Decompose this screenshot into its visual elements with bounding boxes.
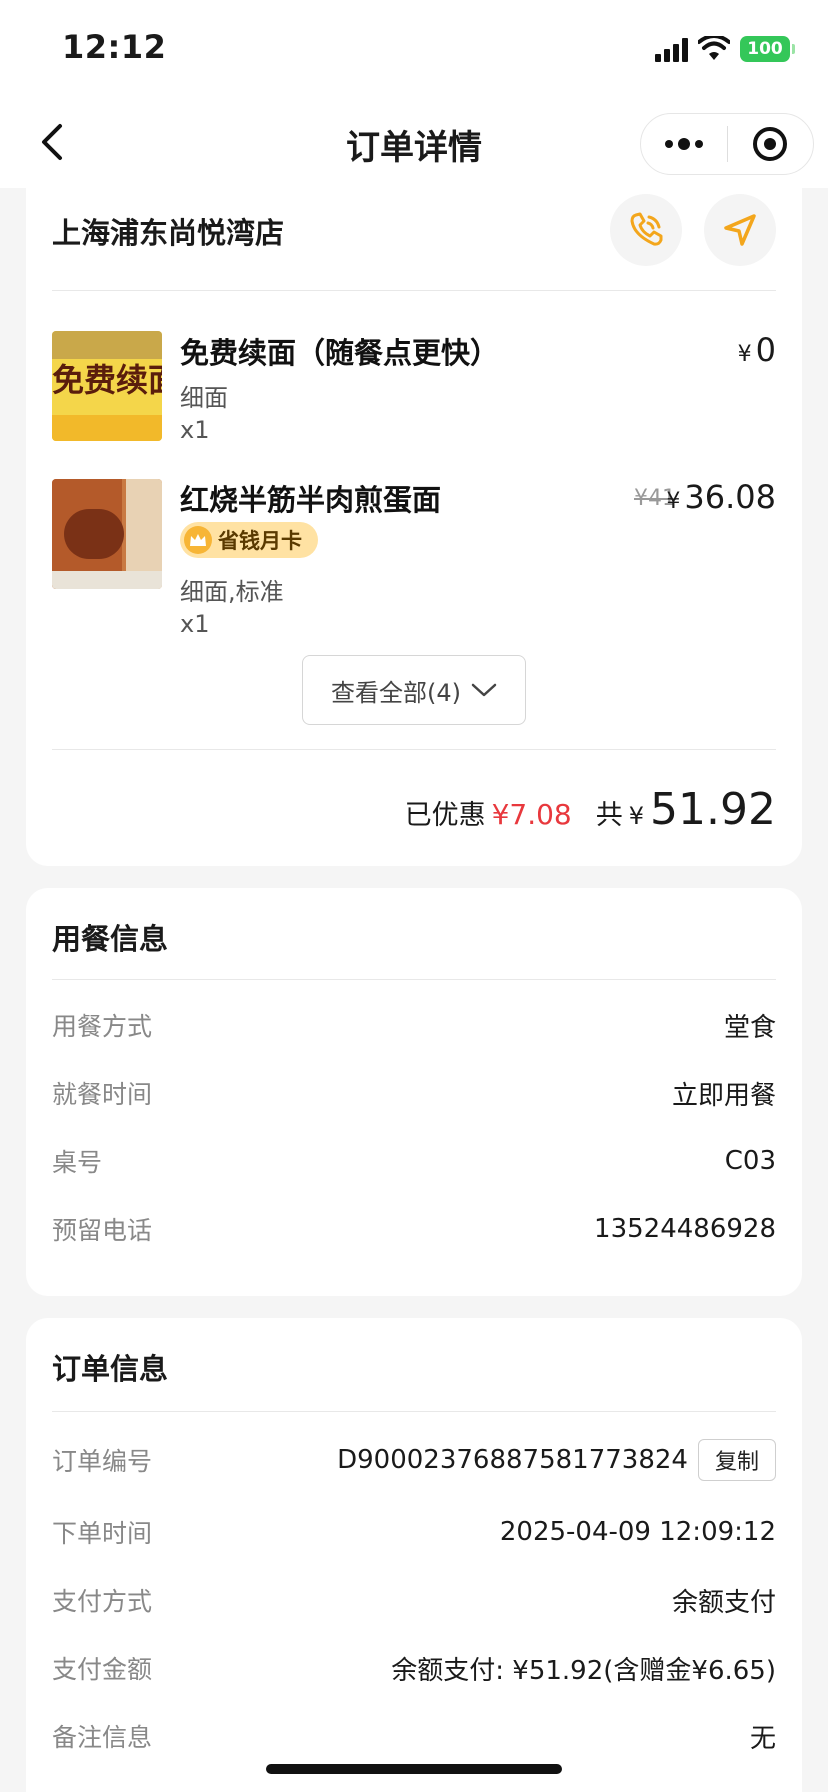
divider bbox=[52, 1411, 776, 1412]
wifi-icon bbox=[698, 36, 730, 60]
total-label: 共 bbox=[595, 800, 623, 831]
divider bbox=[52, 979, 776, 980]
info-key: 支付方式 bbox=[52, 1587, 153, 1616]
phone-icon bbox=[630, 212, 663, 246]
info-key: 就餐时间 bbox=[52, 1080, 153, 1109]
target-icon bbox=[753, 127, 788, 161]
currency-symbol: ¥ bbox=[666, 489, 681, 514]
info-row: 用餐方式 堂食 bbox=[52, 1005, 776, 1045]
mini-program-capsule bbox=[640, 113, 814, 175]
discount-value: ¥7.08 bbox=[491, 798, 572, 831]
info-value: 余额支付 bbox=[671, 1587, 776, 1618]
item-spec: 细面 bbox=[180, 384, 228, 412]
info-row: 预留电话 13524486928 bbox=[52, 1209, 776, 1249]
section-title: 订单信息 bbox=[52, 1352, 169, 1386]
info-value: 余额支付: ¥51.92(含赠金¥6.65) bbox=[391, 1655, 776, 1686]
info-value: C03 bbox=[724, 1146, 776, 1176]
home-indicator bbox=[266, 1764, 562, 1774]
discount-label: 已优惠 bbox=[404, 800, 486, 831]
info-key: 预留电话 bbox=[52, 1216, 153, 1245]
divider bbox=[52, 749, 776, 750]
item-qty: x1 bbox=[180, 416, 210, 444]
info-row: 下单时间 2025-04-09 12:09:12 bbox=[52, 1512, 776, 1552]
divider bbox=[52, 290, 776, 291]
item-spec: 细面,标准 bbox=[180, 578, 284, 606]
info-row: 支付方式 余额支付 bbox=[52, 1580, 776, 1620]
item-image bbox=[52, 479, 162, 589]
info-key: 备注信息 bbox=[52, 1723, 153, 1752]
info-row: 备注信息 无 bbox=[52, 1716, 776, 1756]
section-title: 用餐信息 bbox=[52, 922, 169, 956]
item-image-text: 免费续面 bbox=[52, 361, 162, 399]
item-name: 红烧半筋半肉煎蛋面 bbox=[180, 483, 442, 517]
close-program-button[interactable] bbox=[728, 114, 814, 174]
info-row: 桌号 C03 bbox=[52, 1141, 776, 1181]
item-price: ¥36.08 bbox=[666, 478, 776, 516]
navigation-arrow-icon bbox=[724, 214, 756, 246]
info-key: 支付金额 bbox=[52, 1655, 153, 1684]
item-image: 免费续面 bbox=[52, 331, 162, 441]
info-value: 堂食 bbox=[723, 1012, 776, 1043]
view-all-button[interactable]: 查看全部(4) bbox=[302, 655, 526, 725]
info-value: 立即用餐 bbox=[671, 1080, 776, 1111]
item-price: ¥0 bbox=[738, 331, 776, 369]
info-row: 就餐时间 立即用餐 bbox=[52, 1073, 776, 1113]
view-all-label: 查看全部(4) bbox=[331, 678, 461, 707]
member-card-badge: 省钱月卡 bbox=[180, 522, 318, 558]
currency-symbol: ¥ bbox=[628, 802, 645, 830]
store-name: 上海浦东尚悦湾店 bbox=[52, 216, 285, 250]
call-store-button[interactable] bbox=[610, 194, 682, 266]
more-icon bbox=[664, 138, 703, 150]
item-price-value: 36.08 bbox=[684, 478, 776, 516]
info-key: 桌号 bbox=[52, 1148, 103, 1177]
info-key: 订单编号 bbox=[52, 1447, 153, 1476]
chevron-down-icon bbox=[471, 683, 497, 697]
info-row: 支付金额 余额支付: ¥51.92(含赠金¥6.65) bbox=[52, 1648, 776, 1688]
info-row: 订单编号 D9000237688758177382​4 复制 bbox=[52, 1439, 776, 1481]
order-number-wrap: D9000237688758177382​4 复制 bbox=[337, 1439, 776, 1481]
item-qty: x1 bbox=[180, 610, 210, 638]
member-card-label: 省钱月卡 bbox=[218, 529, 302, 553]
currency-symbol: ¥ bbox=[737, 342, 752, 367]
status-time: 12:12 bbox=[62, 28, 167, 66]
nav-bar: 订单详情 bbox=[0, 98, 828, 188]
status-bar: 12:12 100 bbox=[0, 0, 828, 98]
order-summary: 已优惠 ¥7.08 共 ¥ 51.92 bbox=[405, 784, 776, 835]
dining-info-card: 用餐信息 用餐方式 堂食 就餐时间 立即用餐 桌号 C03 预留电话 13524… bbox=[26, 888, 802, 1296]
item-name: 免费续面（随餐点更快） bbox=[180, 336, 500, 370]
crown-icon bbox=[184, 526, 212, 554]
info-value: 2025-04-09 12:09:12 bbox=[499, 1517, 776, 1547]
order-items-card: 上海浦东尚悦湾店 免费续面 免费续面（随餐点更快） 细面 x1 ¥0 红烧半筋半… bbox=[26, 186, 802, 866]
item-price-value: 0 bbox=[755, 331, 776, 369]
order-number: D9000237688758177382​4 bbox=[337, 1445, 688, 1475]
navigate-button[interactable] bbox=[704, 194, 776, 266]
info-key: 用餐方式 bbox=[52, 1012, 153, 1041]
more-button[interactable] bbox=[641, 114, 727, 174]
copy-button[interactable]: 复制 bbox=[697, 1439, 776, 1481]
signal-icon bbox=[655, 36, 688, 62]
order-info-card: 订单信息 订单编号 D9000237688758177382​4 复制 下单时间… bbox=[26, 1318, 802, 1792]
info-value: 无 bbox=[749, 1723, 776, 1754]
total-amount: 51.92 bbox=[650, 784, 776, 835]
battery-icon: 100 bbox=[740, 36, 795, 62]
info-value: 13524486928 bbox=[594, 1214, 776, 1244]
info-key: 下单时间 bbox=[52, 1519, 153, 1548]
status-icons: 100 bbox=[655, 34, 795, 64]
